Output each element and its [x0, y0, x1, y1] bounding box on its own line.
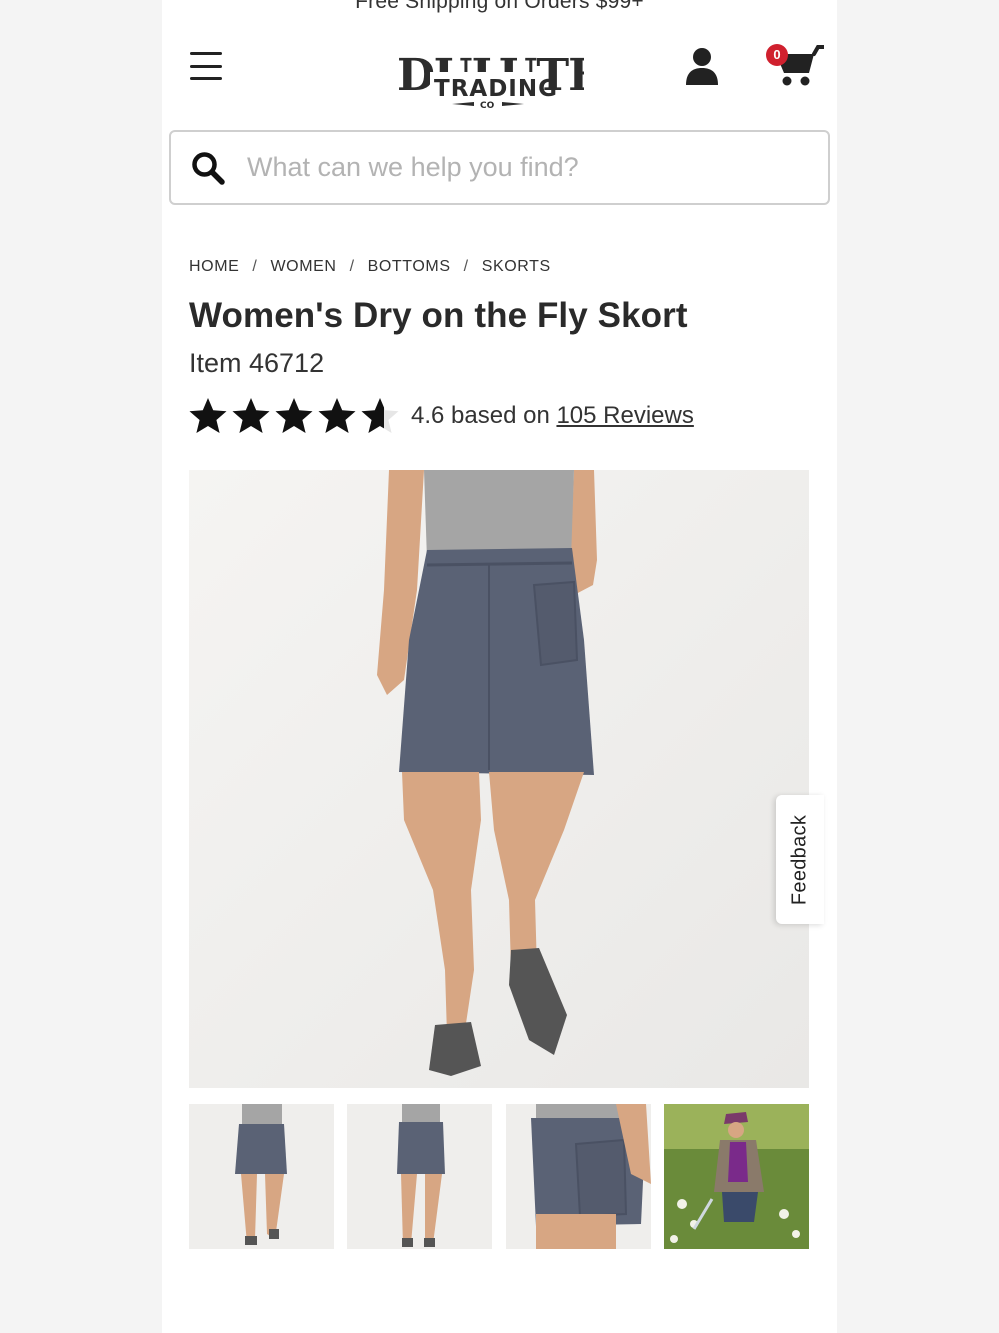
search-input[interactable] — [247, 152, 807, 183]
rating-prefix: 4.6 based on — [411, 402, 557, 429]
breadcrumb-home[interactable]: HOME — [189, 258, 239, 276]
breadcrumb-skorts[interactable]: SKORTS — [482, 258, 551, 276]
duluth-logo[interactable]: DULUTH TRADING CO — [394, 42, 610, 112]
account-icon[interactable] — [683, 47, 721, 87]
breadcrumb-separator: / — [349, 258, 355, 275]
thumbnail-lifestyle[interactable] — [663, 1104, 809, 1249]
menu-icon[interactable] — [190, 52, 222, 80]
cart-count-badge: 0 — [766, 44, 788, 66]
product-title: Women's Dry on the Fly Skort — [189, 296, 688, 335]
main-product-image[interactable] — [189, 470, 809, 1088]
logo-text-co: CO — [480, 101, 495, 111]
star-rating[interactable] — [188, 396, 403, 436]
star-icon — [232, 398, 270, 433]
search-icon[interactable] — [191, 151, 225, 185]
search-bar — [169, 130, 830, 205]
star-icon — [275, 398, 313, 433]
promo-banner[interactable]: Free Shipping on Orders $99+ — [162, 0, 837, 14]
product-page: Free Shipping on Orders $99+ DULUTH TRAD… — [162, 0, 837, 1333]
product-rating: 4.6 based on 105 Reviews — [188, 396, 694, 436]
thumbnail-back[interactable] — [347, 1104, 493, 1249]
star-icon — [318, 398, 356, 433]
feedback-tab[interactable]: Feedback — [776, 795, 824, 924]
item-number: Item 46712 — [189, 348, 325, 378]
breadcrumb: HOME / WOMEN / BOTTOMS / SKORTS — [189, 258, 551, 276]
breadcrumb-women[interactable]: WOMEN — [270, 258, 336, 276]
feedback-label: Feedback — [788, 814, 811, 905]
breadcrumb-bottoms[interactable]: BOTTOMS — [368, 258, 451, 276]
thumbnail-front[interactable] — [189, 1104, 334, 1249]
thumbnail-detail[interactable] — [505, 1104, 651, 1249]
breadcrumb-separator: / — [463, 258, 469, 275]
star-icon — [189, 398, 227, 433]
thumbnail-gallery — [189, 1104, 809, 1249]
reviews-link[interactable]: 105 Reviews — [556, 402, 693, 429]
breadcrumb-separator: / — [252, 258, 258, 275]
logo-text-sub: TRADING — [434, 76, 558, 102]
star-icon — [361, 398, 399, 433]
rating-summary: 4.6 based on 105 Reviews — [411, 402, 694, 430]
